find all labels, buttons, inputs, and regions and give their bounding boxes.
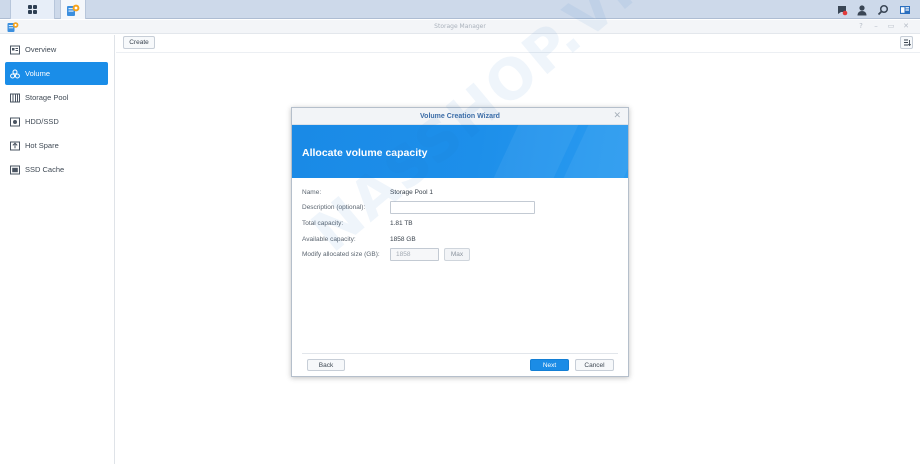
- storage-manager-icon: [67, 4, 80, 16]
- sidebar-item-volume[interactable]: Volume: [5, 62, 108, 85]
- help-button[interactable]: ?: [856, 22, 866, 30]
- footer-divider: [302, 353, 618, 354]
- sidebar-item-ssd-cache[interactable]: SSD Cache: [5, 158, 108, 181]
- next-button[interactable]: Next: [530, 359, 569, 371]
- description-label: Description (optional):: [302, 204, 366, 211]
- name-row: Name: Storage Pool 1: [302, 186, 622, 201]
- max-button[interactable]: Max: [444, 248, 470, 261]
- close-button[interactable]: ✕: [901, 22, 911, 30]
- sidebar-item-storage-pool[interactable]: Storage Pool: [5, 86, 108, 109]
- widgets-icon: [900, 5, 910, 14]
- maximize-button[interactable]: ▭: [886, 22, 896, 30]
- wizard-banner: Allocate volume capacity: [292, 125, 628, 178]
- toolbar: Create: [116, 35, 920, 53]
- name-value: Storage Pool 1: [390, 189, 434, 196]
- sidebar-item-label: Volume: [25, 69, 51, 78]
- storage-manager-taskbar-button[interactable]: [60, 0, 86, 19]
- minimize-button[interactable]: –: [871, 22, 881, 30]
- modify-size-row: Modify allocated size (GB): 1858 Max: [302, 248, 622, 263]
- window-title: Storage Manager: [434, 23, 486, 30]
- name-label: Name:: [302, 189, 322, 196]
- sidebar-item-label: SSD Cache: [25, 165, 65, 174]
- search-icon: [877, 4, 889, 15]
- notification-icon: [838, 5, 848, 15]
- sidebar-item-label: Hot Spare: [25, 141, 59, 150]
- user-button[interactable]: [852, 0, 872, 19]
- taskbar: [0, 0, 920, 19]
- total-capacity-row: Total capacity: 1.81 TB: [302, 217, 622, 232]
- allocated-size-input[interactable]: 1858: [390, 248, 439, 261]
- description-input[interactable]: [390, 201, 535, 214]
- sidebar-item-hot-spare[interactable]: Hot Spare: [5, 134, 108, 157]
- total-capacity-label: Total capacity:: [302, 220, 344, 227]
- sidebar: Overview Volume Storage Pool HDD/SSD Hot…: [0, 35, 115, 464]
- overview-icon: [10, 45, 20, 55]
- grid-icon: [28, 5, 37, 14]
- banner-title: Allocate volume capacity: [302, 147, 428, 159]
- available-capacity-row: Available capacity: 1858 GB: [302, 233, 622, 248]
- window-titlebar: Storage Manager ? – ▭ ✕: [0, 20, 920, 34]
- volume-creation-wizard: Volume Creation Wizard ✕ Allocate volume…: [291, 107, 629, 377]
- hdd-icon: [10, 117, 20, 127]
- back-button[interactable]: Back: [307, 359, 345, 371]
- sidebar-item-label: Overview: [25, 45, 57, 54]
- volume-icon: [10, 69, 20, 79]
- sidebar-item-overview[interactable]: Overview: [5, 38, 108, 61]
- hot-spare-icon: [10, 141, 20, 151]
- close-icon[interactable]: ✕: [613, 111, 621, 121]
- description-row: Description (optional):: [302, 201, 622, 216]
- create-button[interactable]: Create: [123, 36, 155, 49]
- sidebar-item-label: Storage Pool: [25, 93, 69, 102]
- widgets-button[interactable]: [895, 0, 915, 19]
- sidebar-item-label: HDD/SSD: [25, 117, 59, 126]
- available-capacity-value: 1858 GB: [390, 236, 416, 243]
- main-menu-button[interactable]: [10, 0, 55, 19]
- search-button[interactable]: [873, 0, 893, 19]
- wizard-title: Volume Creation Wizard: [292, 108, 628, 125]
- sort-icon: [903, 39, 911, 46]
- sidebar-item-hdd-ssd[interactable]: HDD/SSD: [5, 110, 108, 133]
- notification-button[interactable]: [832, 0, 852, 19]
- modify-size-label: Modify allocated size (GB):: [302, 251, 380, 258]
- ssd-cache-icon: [10, 165, 20, 175]
- sort-button[interactable]: [900, 36, 913, 49]
- storage-pool-icon: [10, 93, 20, 103]
- total-capacity-value: 1.81 TB: [390, 220, 413, 227]
- available-capacity-label: Available capacity:: [302, 236, 356, 243]
- cancel-button[interactable]: Cancel: [575, 359, 614, 371]
- user-icon: [857, 4, 867, 15]
